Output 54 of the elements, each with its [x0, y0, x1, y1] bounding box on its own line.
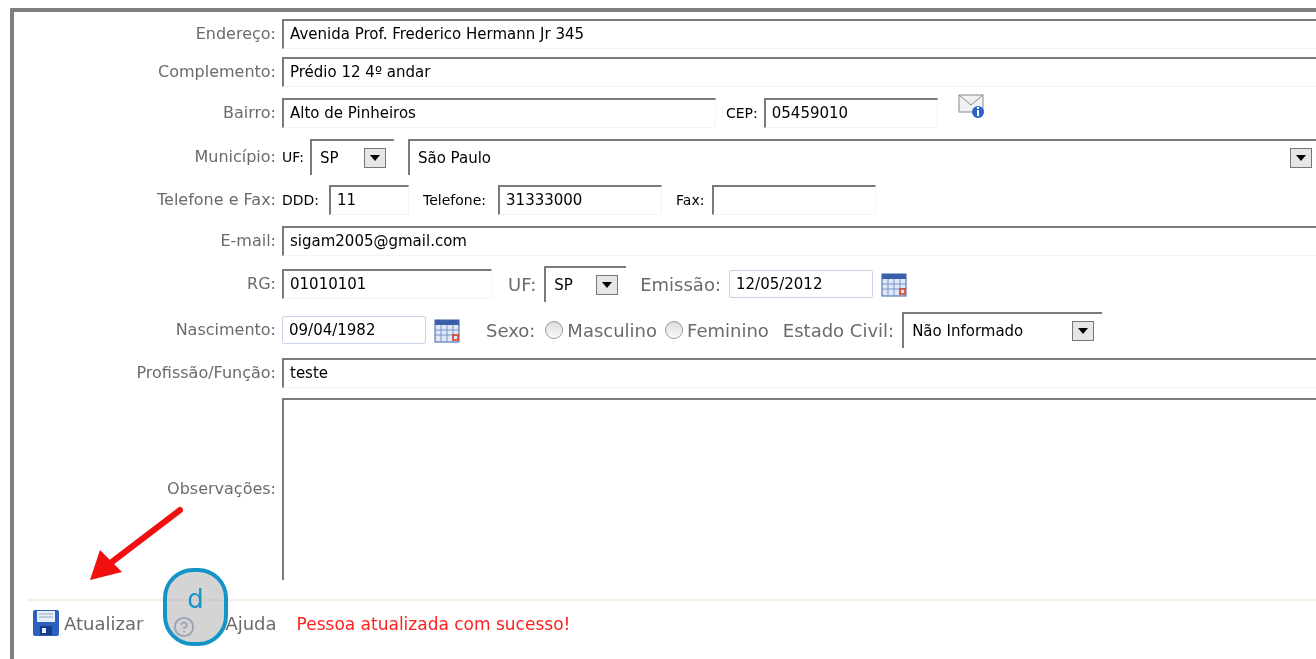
text-field[interactable]: sigam2005@gmail.com	[282, 226, 1316, 256]
field-label: Endereço:	[195, 23, 276, 45]
field-label: E-mail:	[220, 230, 276, 252]
envelope-info-icon	[957, 93, 986, 119]
caret-icon	[602, 282, 613, 288]
field-label: Observações:	[167, 478, 276, 500]
text-field[interactable]: Alto de Pinheiros	[282, 98, 716, 128]
text-field[interactable]: 01010101	[282, 269, 492, 299]
dropdown-button[interactable]	[1072, 321, 1095, 341]
text-field[interactable]: 31333000	[498, 185, 663, 215]
radio-label: Masculino	[567, 318, 658, 343]
field-label: Município:	[194, 146, 276, 168]
field-label: CEP:	[726, 103, 758, 123]
field-label: Telefone e Fax:	[157, 189, 276, 211]
success-message: Pessoa atualizada com sucesso!	[296, 613, 571, 637]
field-label: Complemento:	[158, 61, 276, 83]
field-label: UF:	[508, 272, 537, 297]
field-label: RG:	[247, 273, 276, 295]
dropdown-button[interactable]	[596, 275, 619, 295]
field-label: Fax:	[676, 190, 705, 210]
field-label: Telefone:	[423, 190, 487, 210]
field-label: Nascimento:	[175, 319, 276, 341]
text-field[interactable]: Prédio 12 4º andar	[282, 57, 1316, 87]
select-field[interactable]: Não Informado	[902, 312, 1103, 348]
calendar-icon	[881, 271, 907, 297]
field-label: Emissão:	[640, 272, 721, 297]
select-field[interactable]: SP	[544, 266, 627, 302]
help-icon	[173, 616, 196, 638]
calendar-icon	[434, 317, 460, 343]
field-label: UF:	[282, 147, 304, 167]
radio-button[interactable]	[665, 321, 684, 339]
caret-icon	[1078, 328, 1089, 334]
field-label: Sexo:	[486, 318, 536, 343]
text-field[interactable]: 11	[329, 185, 410, 215]
field-label: Profissão/Função:	[136, 362, 276, 384]
text-field[interactable]: 12/05/2012	[729, 270, 873, 298]
select-field[interactable]: SP	[309, 139, 394, 175]
radio-button[interactable]	[545, 321, 564, 339]
text-field[interactable]: 09/04/1982	[282, 316, 426, 344]
text-field[interactable]: Avenida Prof. Frederico Hermann Jr 345	[282, 19, 1316, 49]
text-field[interactable]: teste	[282, 358, 1316, 388]
select-field[interactable]: São Paulo	[407, 139, 1316, 175]
dropdown-button[interactable]	[1290, 148, 1312, 168]
dropdown-button[interactable]	[363, 148, 386, 168]
help-button[interactable]: Ajuda	[225, 609, 277, 637]
field-label: DDD:	[282, 190, 320, 210]
caret-icon	[369, 155, 380, 161]
field-label: Estado Civil:	[782, 318, 895, 343]
text-field[interactable]: 05459010	[763, 98, 938, 128]
update-button[interactable]: Atualizar	[32, 609, 144, 637]
text-field[interactable]	[712, 185, 877, 215]
field-label: Bairro:	[223, 102, 276, 124]
caret-icon	[1296, 155, 1306, 161]
radio-label: Feminino	[687, 318, 769, 343]
